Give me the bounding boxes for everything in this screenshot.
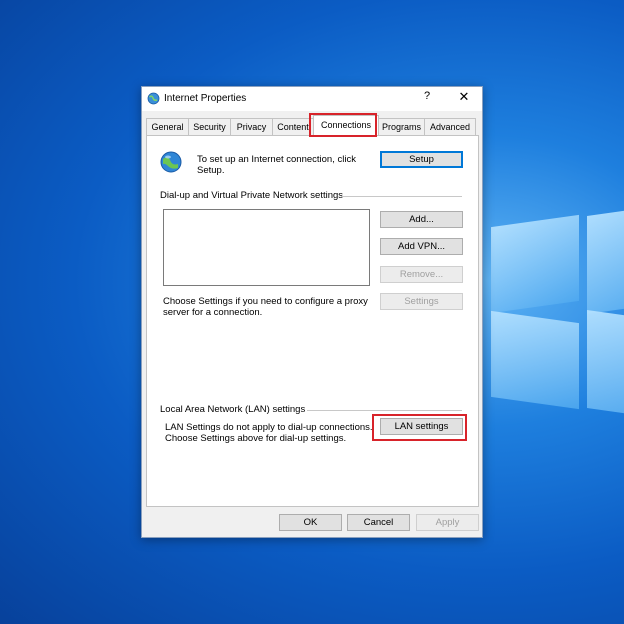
connections-list[interactable] bbox=[163, 209, 370, 286]
internet-properties-dialog: Internet Properties ? ✕ General Security… bbox=[141, 86, 483, 538]
lan-instructions-line-2: Choose Settings above for dial-up settin… bbox=[165, 433, 347, 444]
setup-instructions: To set up an Internet connection, click … bbox=[197, 154, 356, 176]
remove-button[interactable]: Remove... bbox=[380, 266, 463, 283]
logo-pane-top-left bbox=[491, 214, 579, 314]
cancel-button[interactable]: Cancel bbox=[347, 514, 410, 531]
tab-connections[interactable]: Connections bbox=[313, 115, 379, 135]
tab-advanced[interactable]: Advanced bbox=[424, 118, 476, 135]
add-button[interactable]: Add... bbox=[380, 211, 463, 228]
setup-button[interactable]: Setup bbox=[380, 151, 463, 168]
proxy-instructions: Choose Settings if you need to configure… bbox=[163, 296, 368, 318]
tab-programs[interactable]: Programs bbox=[378, 118, 425, 135]
apply-button[interactable]: Apply bbox=[416, 514, 479, 531]
title-bar[interactable]: Internet Properties ? ✕ bbox=[142, 87, 482, 111]
network-globe-icon bbox=[160, 151, 182, 173]
help-button[interactable]: ? bbox=[420, 90, 434, 106]
tab-general[interactable]: General bbox=[146, 118, 189, 135]
internet-globe-icon bbox=[147, 92, 160, 105]
lan-group-label: Local Area Network (LAN) settings bbox=[160, 404, 306, 415]
close-button[interactable]: ✕ bbox=[454, 89, 474, 107]
dialog-title: Internet Properties bbox=[164, 93, 247, 104]
windows-logo bbox=[483, 201, 624, 423]
lan-group-divider bbox=[307, 410, 462, 411]
tab-strip: General Security Privacy Content Connect… bbox=[146, 115, 478, 136]
logo-pane-bottom-right bbox=[587, 309, 624, 423]
dialup-group-divider bbox=[342, 196, 462, 197]
tab-security[interactable]: Security bbox=[188, 118, 231, 135]
dialup-group-label: Dial-up and Virtual Private Network sett… bbox=[160, 190, 344, 201]
connections-panel: To set up an Internet connection, click … bbox=[146, 135, 479, 507]
logo-pane-bottom-left bbox=[491, 310, 579, 410]
tab-content[interactable]: Content bbox=[272, 118, 314, 135]
ok-button[interactable]: OK bbox=[279, 514, 342, 531]
settings-button[interactable]: Settings bbox=[380, 293, 463, 310]
logo-pane-top-right bbox=[587, 201, 624, 315]
lan-instructions-line-1: LAN Settings do not apply to dial-up con… bbox=[165, 422, 373, 433]
lan-settings-button[interactable]: LAN settings bbox=[380, 418, 463, 435]
add-vpn-button[interactable]: Add VPN... bbox=[380, 238, 463, 255]
tab-privacy[interactable]: Privacy bbox=[230, 118, 273, 135]
